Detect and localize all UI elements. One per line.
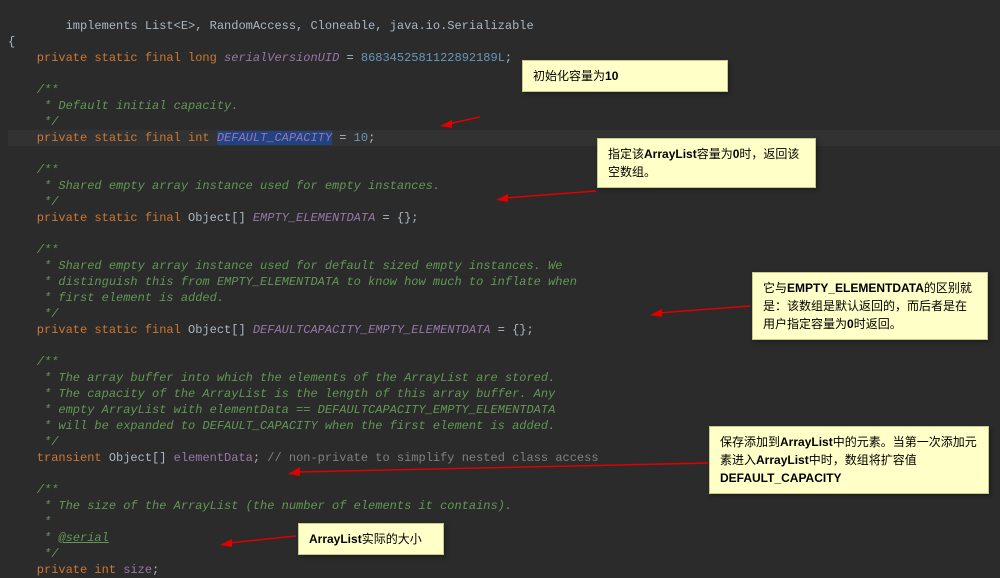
code-line: implements List<E>, RandomAccess, Clonea…	[8, 19, 534, 33]
highlighted-line: private static final int DEFAULT_CAPACIT…	[8, 130, 1000, 146]
doc-comment: * Shared empty array instance used for d…	[8, 259, 563, 273]
doc-comment: /**	[8, 243, 58, 257]
doc-comment: /**	[8, 163, 58, 177]
annotation-note-3: 它与EMPTY_ELEMENTDATA的区别就是：该数组是默认返回的，而后者是在…	[752, 272, 988, 340]
code-line: private static final Object[] EMPTY_ELEM…	[8, 211, 418, 225]
doc-comment: * @serial	[8, 531, 109, 545]
doc-comment: */	[8, 195, 58, 209]
doc-comment: * Shared empty array instance used for e…	[8, 179, 440, 193]
annotation-note-5: ArrayList实际的大小	[298, 523, 444, 555]
doc-comment: /**	[8, 83, 58, 97]
doc-comment: * The array buffer into which the elemen…	[8, 371, 555, 385]
annotation-note-1: 初始化容量为10	[522, 60, 728, 92]
doc-comment: * first element is added.	[8, 291, 224, 305]
doc-comment: */	[8, 547, 58, 561]
doc-comment: /**	[8, 483, 58, 497]
doc-comment: */	[8, 115, 58, 129]
doc-comment: * will be expanded to DEFAULT_CAPACITY w…	[8, 419, 555, 433]
doc-comment: * empty ArrayList with elementData == DE…	[8, 403, 555, 417]
code-line: private static final Object[] DEFAULTCAP…	[8, 323, 534, 337]
code-line: transient Object[] elementData; // non-p…	[8, 451, 599, 465]
code-line: private int size;	[8, 563, 159, 577]
doc-comment: * The capacity of the ArrayList is the l…	[8, 387, 555, 401]
doc-comment: * distinguish this from EMPTY_ELEMENTDAT…	[8, 275, 577, 289]
annotation-note-2: 指定该ArrayList容量为0时，返回该空数组。	[597, 138, 816, 188]
code-line: private static final long serialVersionU…	[8, 51, 512, 65]
annotation-note-4: 保存添加到ArrayList中的元素。当第一次添加元素进入ArrayList中时…	[709, 426, 989, 494]
doc-comment: /**	[8, 355, 58, 369]
doc-comment: * Default initial capacity.	[8, 99, 238, 113]
doc-comment: * The size of the ArrayList (the number …	[8, 499, 512, 513]
doc-comment: */	[8, 435, 58, 449]
doc-comment: *	[8, 515, 51, 529]
code-line: {	[8, 35, 15, 49]
doc-comment: */	[8, 307, 58, 321]
